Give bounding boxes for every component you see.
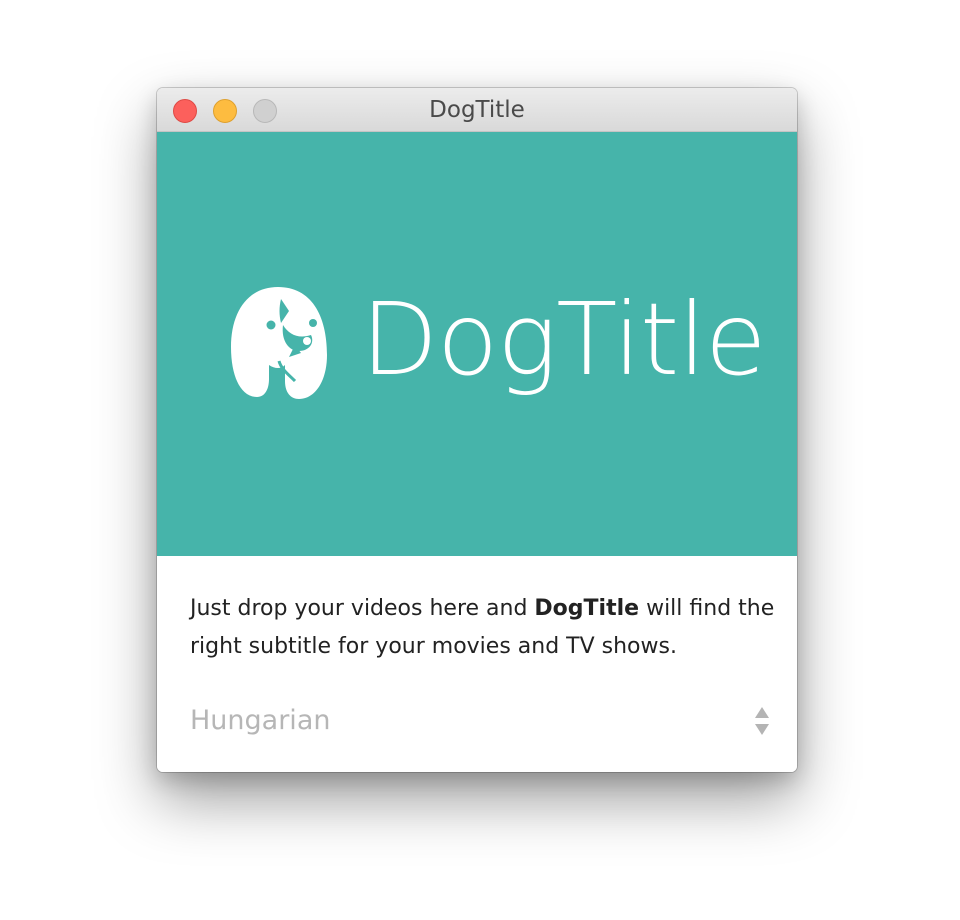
instructions-text: Just drop your videos here and DogTitle … (190, 590, 780, 666)
drop-zone-banner[interactable]: DogTitle (157, 132, 797, 556)
app-logo-text: DogTitle (361, 281, 766, 398)
instructions-brand-name: DogTitle (534, 596, 640, 621)
dog-head-icon (231, 287, 327, 399)
language-select-value: Hungarian (190, 705, 331, 736)
title-bar[interactable]: DogTitle (157, 88, 797, 132)
instructions-text-start: Just drop your videos here and (190, 596, 535, 621)
app-window: DogTitle DogTitle Just drop your videos … (157, 88, 797, 772)
content-area: Just drop your videos here and DogTitle … (157, 556, 797, 772)
window-title: DogTitle (429, 97, 525, 123)
language-select[interactable]: Hungarian (190, 698, 772, 744)
up-down-arrows-icon[interactable] (752, 706, 772, 736)
